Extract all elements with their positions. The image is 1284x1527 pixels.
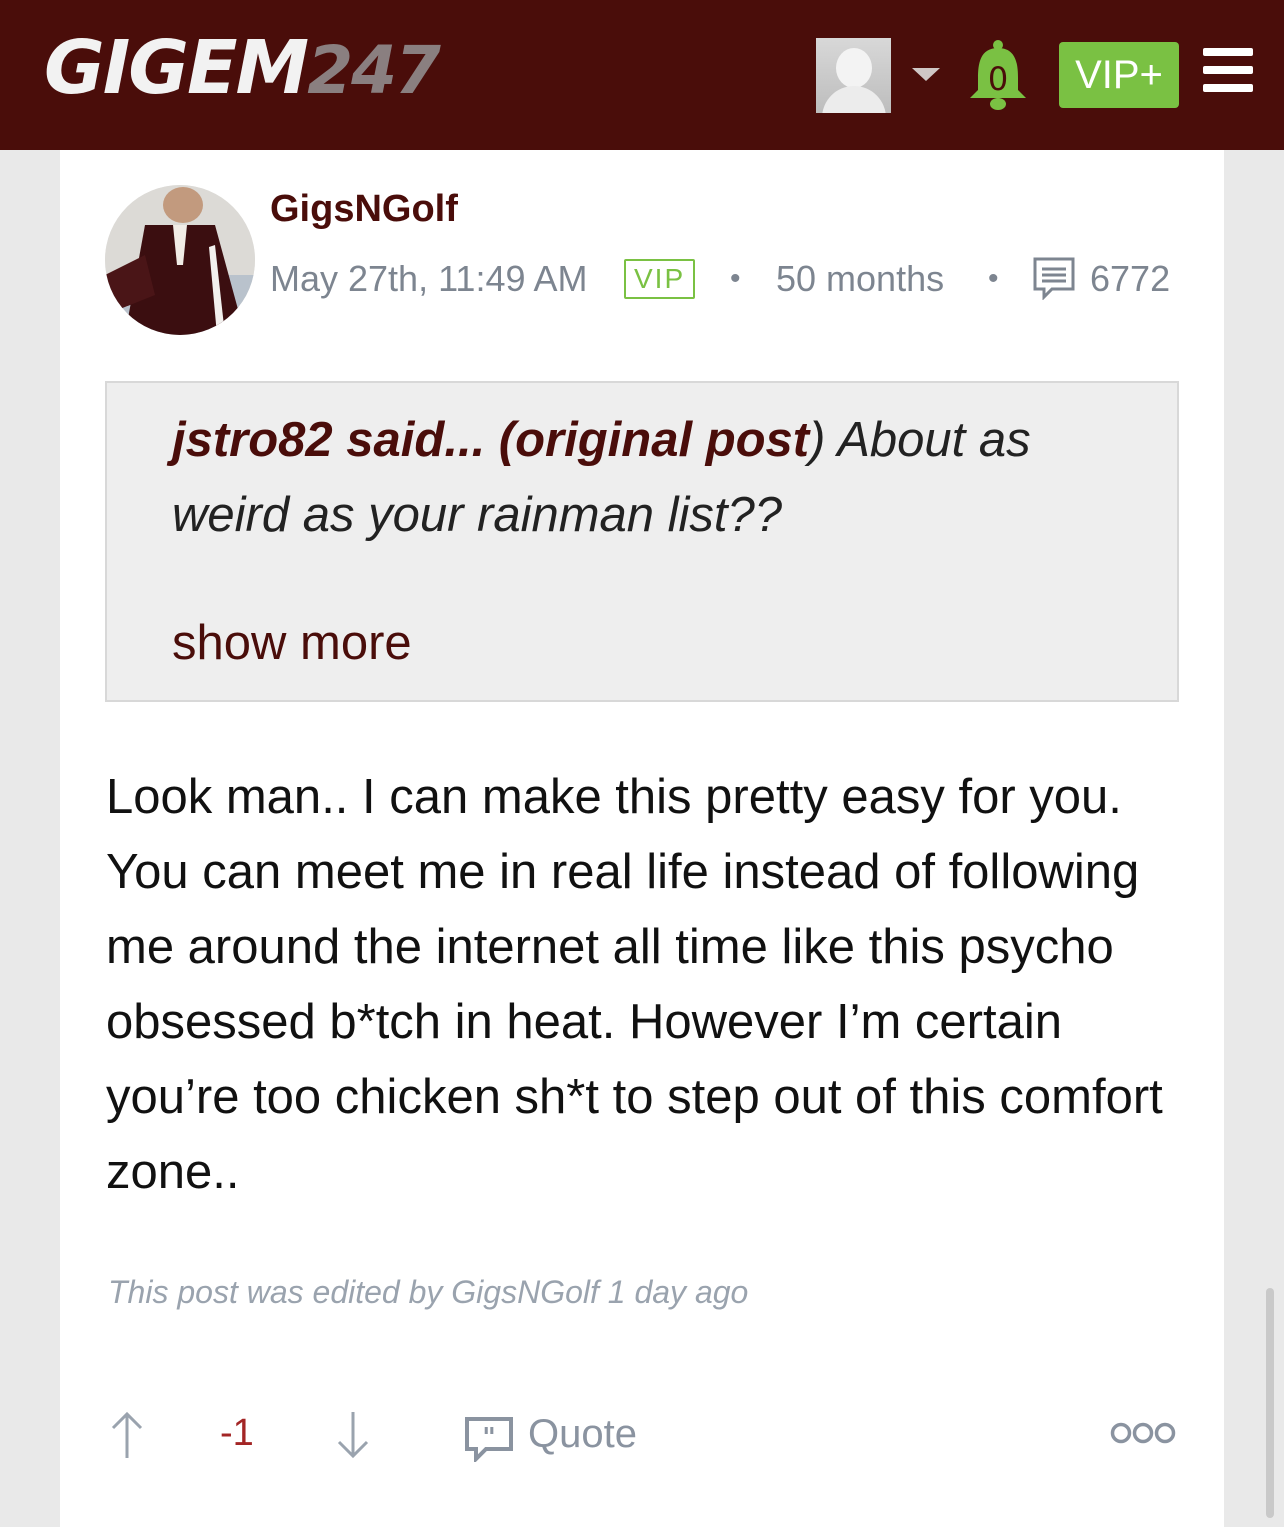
post-timestamp: May 27th, 11:49 AM	[270, 258, 588, 299]
meta-separator: •	[988, 262, 999, 295]
edited-note: This post was edited by GigsNGolf 1 day …	[108, 1274, 749, 1310]
quote-source-link[interactable]: jstro82 said... (original post	[172, 413, 809, 467]
scrollbar[interactable]	[1266, 1288, 1274, 1518]
svg-text:": "	[482, 1423, 496, 1453]
site-logo[interactable]: GIGEM247	[44, 25, 441, 111]
post-body: Look man.. I can make this pretty easy f…	[106, 770, 1163, 1199]
post-author[interactable]: GigsNGolf	[270, 188, 458, 231]
quote-text: jstro82 said... (original post) About as…	[172, 403, 1142, 553]
more-options-icon[interactable]	[1110, 1420, 1176, 1446]
vip-badge: VIP	[624, 259, 696, 299]
author-avatar[interactable]	[105, 185, 255, 335]
quoted-post: jstro82 said... (original post) About as…	[105, 381, 1179, 702]
avatar-photo	[105, 185, 255, 335]
post-count: 6772	[1090, 258, 1171, 299]
show-more-link[interactable]: show more	[172, 615, 412, 671]
upvote-button[interactable]	[110, 1410, 144, 1460]
quote-button[interactable]: Quote	[528, 1412, 637, 1457]
logo-number: 247	[307, 32, 441, 109]
quote-close-paren: )	[809, 413, 826, 467]
arrow-up-icon	[111, 1411, 143, 1458]
member-tenure: 50 months	[776, 258, 945, 299]
notifications-button[interactable]: 0	[966, 38, 1030, 112]
vip-upgrade-button[interactable]: VIP+	[1059, 42, 1179, 108]
meta-separator: •	[730, 262, 741, 295]
notification-count: 0	[987, 60, 1009, 98]
downvote-button[interactable]	[336, 1410, 370, 1460]
arrow-down-icon	[337, 1412, 369, 1459]
logo-text: GIGEM	[44, 25, 309, 111]
quote-icon[interactable]: "	[464, 1416, 514, 1464]
site-header: GIGEM247 0 VIP+	[0, 0, 1284, 150]
hamburger-menu-icon[interactable]	[1203, 48, 1253, 92]
post-count-icon	[1032, 256, 1076, 313]
vote-score: -1	[220, 1412, 254, 1454]
chevron-down-icon[interactable]	[912, 68, 940, 81]
user-avatar[interactable]	[816, 38, 891, 113]
